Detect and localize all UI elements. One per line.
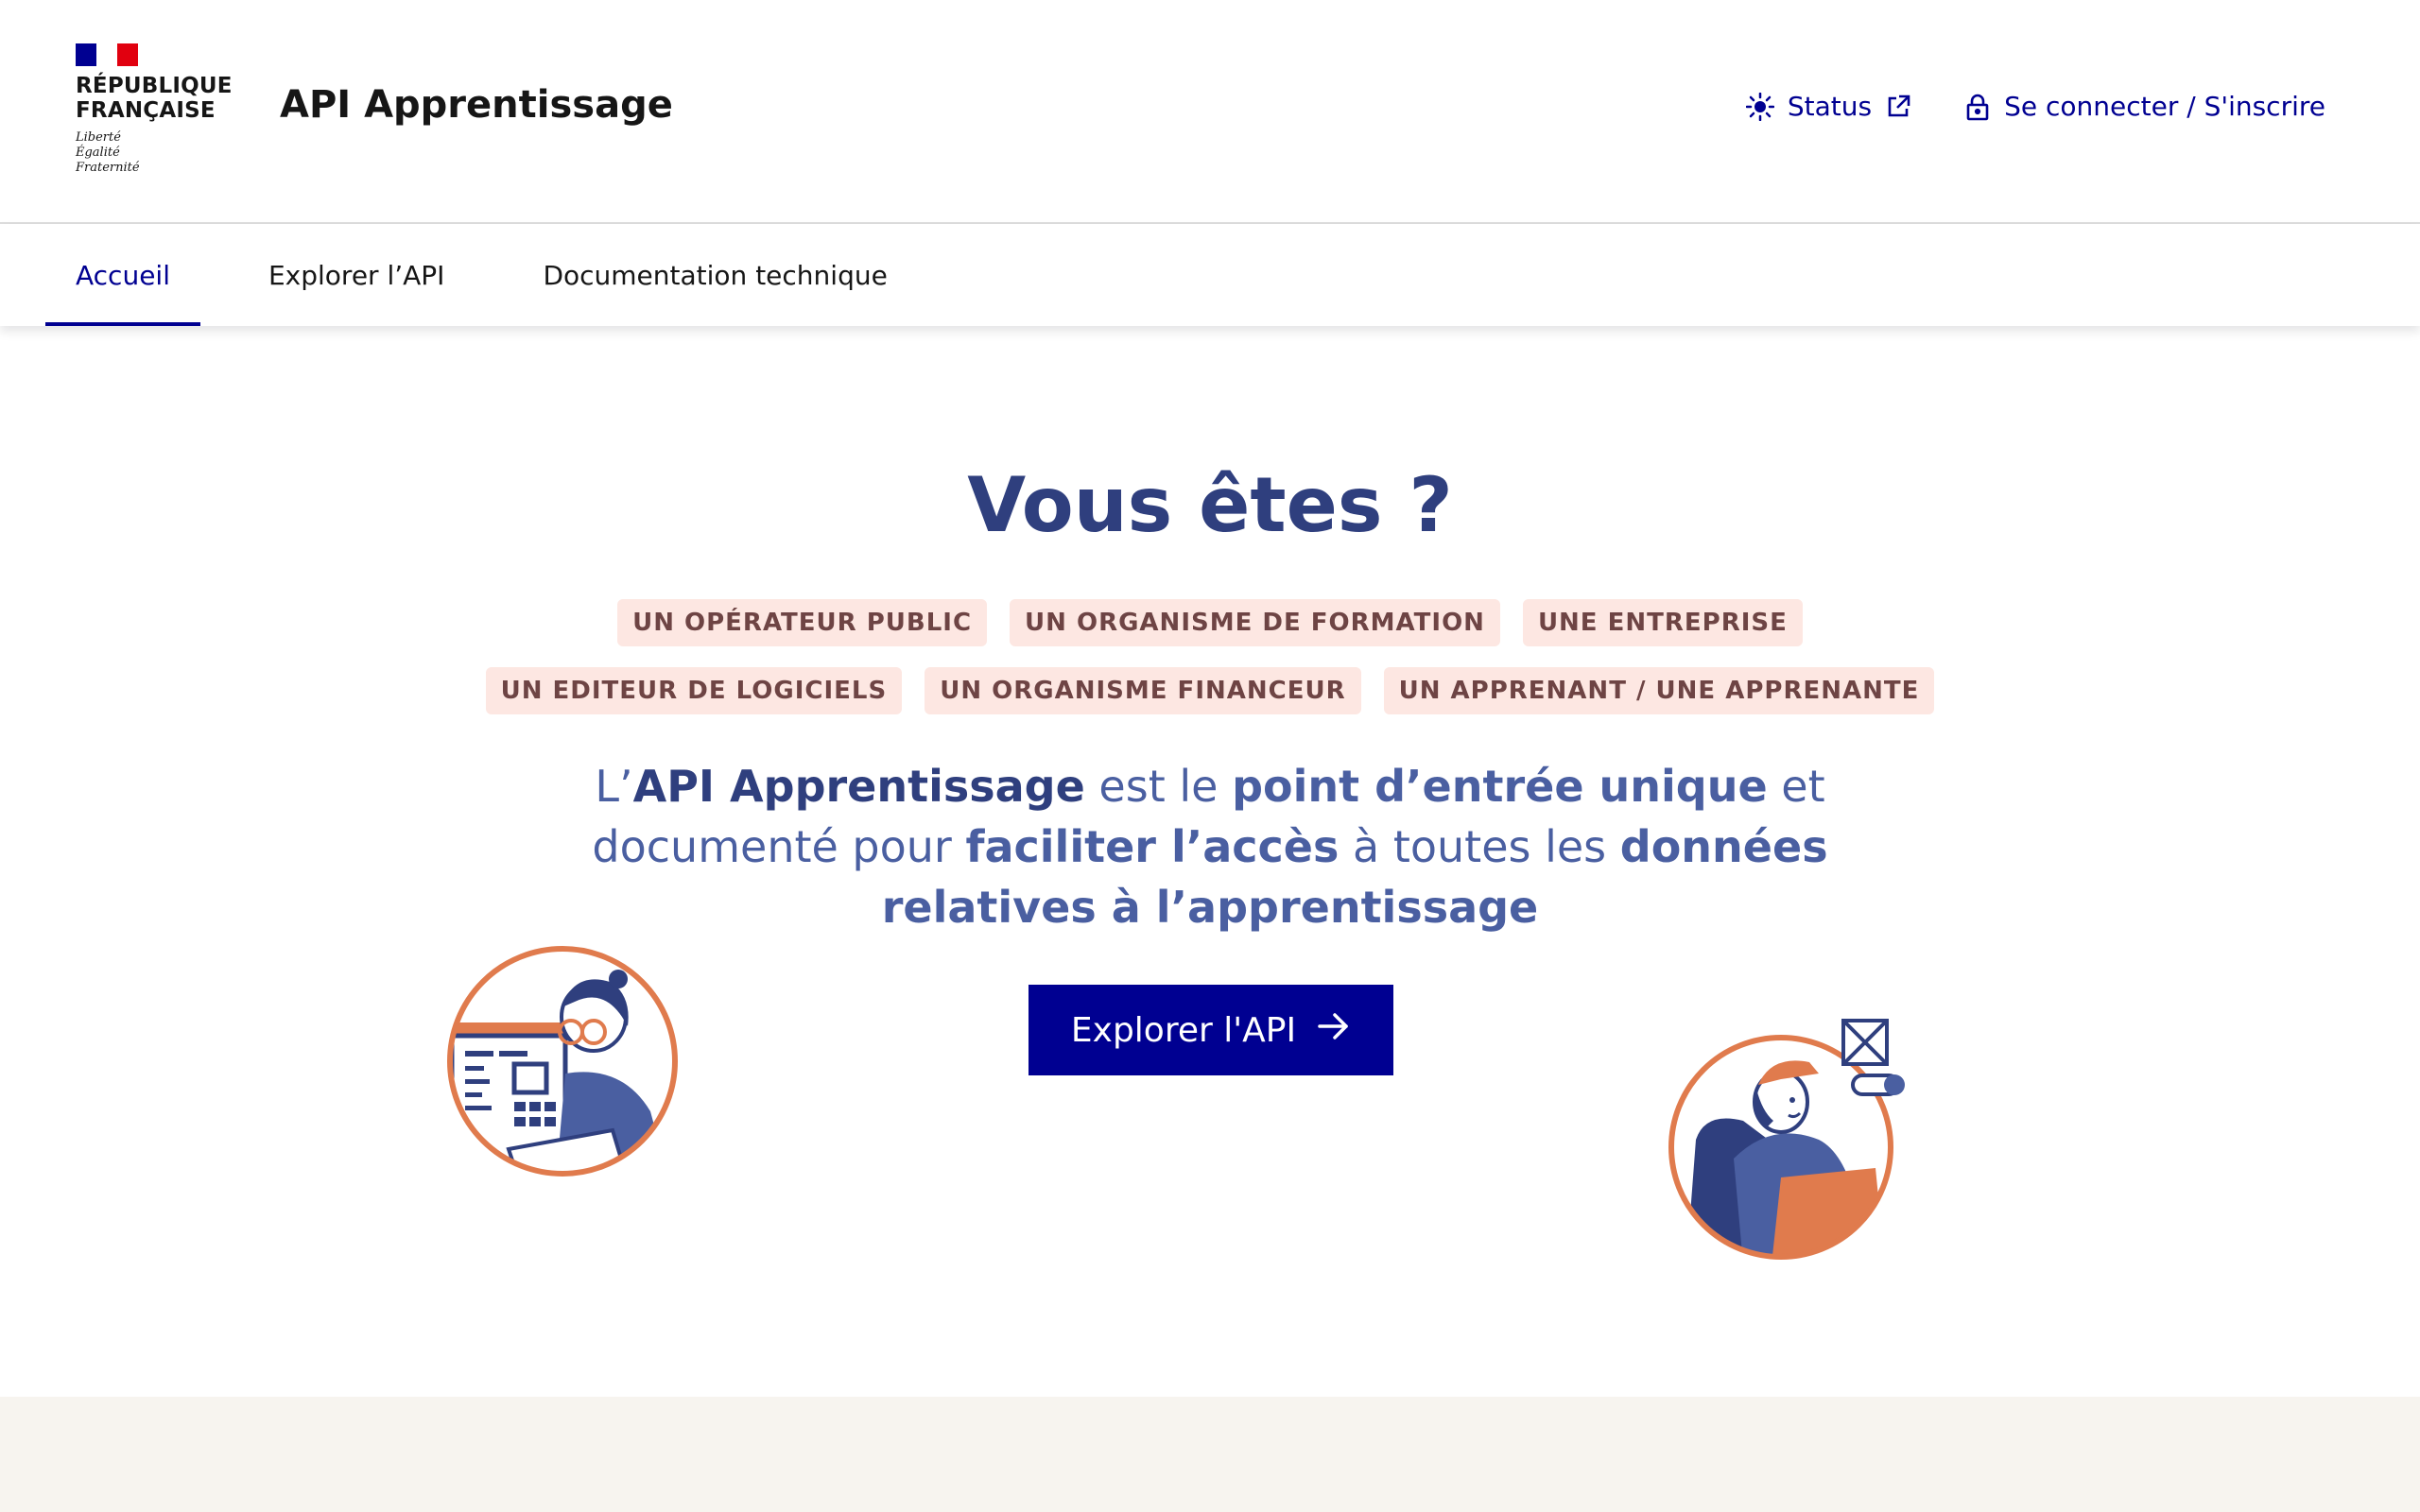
devise-fraternite: Fraternité [76, 161, 140, 175]
tags-row-2: UN EDITEUR DE LOGICIELS UN ORGANISME FIN… [0, 667, 2420, 714]
tagline-text-4: à toutes les [1339, 821, 1620, 872]
tagline-bold-faciliter: faciliter l’accès [965, 821, 1340, 872]
nav-item-explorer-api[interactable]: Explorer l’API [238, 224, 475, 326]
tag-editeur-logiciels[interactable]: UN EDITEUR DE LOGICIELS [485, 667, 903, 714]
arrow-right-icon [1317, 1011, 1351, 1050]
service-title[interactable]: API Apprentissage [280, 83, 673, 127]
cta-label: Explorer l'API [1070, 1010, 1297, 1050]
republique-francaise-logo[interactable]: RÉPUBLIQUE FRANÇAISE Liberté Égalité Fra… [76, 43, 233, 176]
main-navigation: Accueil Explorer l’API Documentation tec… [0, 224, 2420, 326]
status-label: Status [1787, 91, 1873, 122]
hero-tagline: L’API Apprentissage est le point d’entré… [567, 756, 1853, 937]
login-label: Se connecter / S'inscrire [2004, 91, 2325, 122]
tag-apprenant[interactable]: UN APPRENANT / UNE APPRENANTE [1383, 667, 1935, 714]
devise-liberte: Liberté [76, 130, 121, 145]
header-tools: Status Se connecter / S'inscrire [1745, 91, 2325, 122]
tagline-bold-api: API Apprentissage [632, 761, 1085, 812]
devise: Liberté Égalité Fraternité [76, 130, 233, 176]
republique-francaise-text: RÉPUBLIQUE FRANÇAISE [76, 74, 233, 123]
tagline-bold-point-entree: point d’entrée unique [1232, 761, 1768, 812]
tags-row-1: UN OPÉRATEUR PUBLIC UN ORGANISME DE FORM… [0, 599, 2420, 646]
status-link[interactable]: Status [1745, 91, 1911, 122]
sun-icon [1745, 92, 1774, 121]
login-link[interactable]: Se connecter / S'inscrire [1964, 91, 2325, 122]
external-link-icon [1885, 94, 1911, 120]
tag-organisme-formation[interactable]: UN ORGANISME DE FORMATION [1010, 599, 1500, 646]
hero-title: Vous êtes ? [967, 461, 1453, 549]
french-flag-icon [76, 43, 138, 66]
nav-item-documentation[interactable]: Documentation technique [512, 224, 917, 326]
tag-entreprise[interactable]: UNE ENTREPRISE [1522, 599, 1803, 646]
developer-illustration [442, 941, 683, 1181]
tag-organisme-financeur[interactable]: UN ORGANISME FINANCEUR [925, 667, 1361, 714]
lock-icon [1964, 93, 1991, 121]
tag-operateur-public[interactable]: UN OPÉRATEUR PUBLIC [617, 599, 988, 646]
devise-egalite: Égalité [76, 146, 120, 160]
site-header: RÉPUBLIQUE FRANÇAISE Liberté Égalité Fra… [0, 0, 2420, 224]
worker-illustration [1668, 1017, 1910, 1264]
tagline-text-1: L’ [595, 761, 633, 812]
nav-item-accueil[interactable]: Accueil [45, 224, 200, 326]
tagline-text-2: est le [1084, 761, 1233, 812]
explorer-api-button[interactable]: Explorer l'API [1028, 985, 1393, 1075]
footer-band [0, 1397, 2420, 1512]
